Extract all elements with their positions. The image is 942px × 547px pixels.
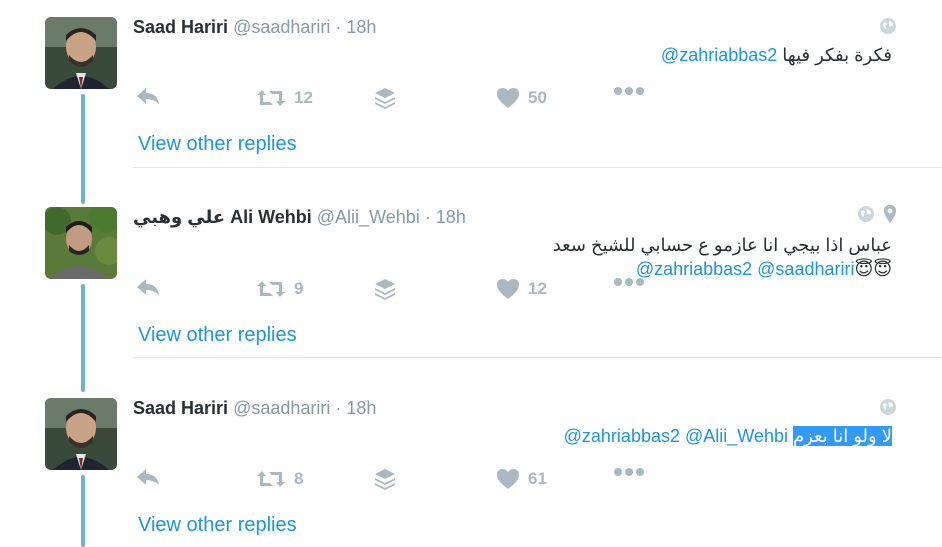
retweet-count: 8 <box>294 469 304 488</box>
like-button[interactable]: 12 <box>496 277 547 301</box>
reply-button[interactable] <box>135 86 161 106</box>
tweet[interactable]: Saad Hariri @saadhariri · 18h @zahriabba… <box>0 381 942 547</box>
stack-button[interactable] <box>373 86 397 110</box>
view-other-replies-link[interactable]: View other replies <box>138 323 297 347</box>
separator-dot: · <box>335 17 342 37</box>
author-handle[interactable]: @saadhariri <box>233 17 330 37</box>
tweet-actions: 8 61 <box>133 467 673 491</box>
more-icon <box>614 278 644 286</box>
like-count: 50 <box>528 88 547 107</box>
layers-icon <box>375 469 395 490</box>
separator-dot: · <box>335 398 342 418</box>
stack-button[interactable] <box>373 467 397 491</box>
tweet-body: فكرة بفكر فيها <box>782 45 892 65</box>
heart-icon <box>497 88 519 108</box>
more-button[interactable] <box>613 86 645 96</box>
tweet-body: عباس اذا بيجي انا عازمو ع حسابي للشيخ سع… <box>552 235 892 255</box>
timestamp[interactable]: 18h <box>436 207 466 227</box>
tweet-text: عباس اذا بيجي انا عازمو ع حسابي للشيخ سع… <box>553 233 892 281</box>
tweet-header: Saad Hariri @saadhariri · 18h <box>133 397 376 419</box>
like-count: 61 <box>528 469 547 488</box>
geo-indicators <box>857 204 897 224</box>
retweet-button[interactable]: 8 <box>256 467 303 491</box>
tweet-header: علي وهبي Ali Wehbi @Alii_Wehbi · 18h <box>133 206 466 228</box>
retweet-button[interactable]: 12 <box>256 86 313 110</box>
author-handle[interactable]: @Alii_Wehbi <box>317 207 420 227</box>
retweet-count: 12 <box>294 88 313 107</box>
geo-indicators <box>879 17 897 35</box>
divider <box>133 357 942 358</box>
like-button[interactable]: 61 <box>496 467 547 491</box>
tweet[interactable]: Saad Hariri @saadhariri · 18h @zahriabba… <box>0 0 942 168</box>
view-other-replies-link[interactable]: View other replies <box>138 513 297 537</box>
view-other-replies-link[interactable]: View other replies <box>138 132 297 156</box>
avatar[interactable] <box>45 398 117 470</box>
like-count: 12 <box>528 279 547 298</box>
more-button[interactable] <box>613 467 645 477</box>
layers-icon <box>375 279 395 300</box>
reply-icon <box>137 279 159 295</box>
heart-icon <box>497 469 519 489</box>
avatar[interactable] <box>45 17 117 89</box>
timestamp[interactable]: 18h <box>346 17 376 37</box>
layers-icon <box>375 88 395 109</box>
author-name[interactable]: Saad Hariri <box>133 17 228 37</box>
author-handle[interactable]: @saadhariri <box>233 398 330 418</box>
mention-link[interactable]: @zahriabbas2 <box>661 45 777 65</box>
mention-link[interactable]: @zahriabbas2 @Alii_Wehbi <box>564 426 788 446</box>
like-button[interactable]: 50 <box>496 86 547 110</box>
retweet-count: 9 <box>294 279 304 298</box>
more-icon <box>614 468 644 476</box>
timestamp[interactable]: 18h <box>346 398 376 418</box>
retweet-button[interactable]: 9 <box>256 277 303 301</box>
globe-icon <box>880 399 896 415</box>
retweet-icon <box>257 281 285 297</box>
location-pin-icon[interactable] <box>883 204 897 224</box>
globe-icon <box>880 18 896 34</box>
more-icon <box>614 87 644 95</box>
separator-dot: · <box>424 207 431 227</box>
emoji-innocent: 😇😇 <box>854 259 892 279</box>
stack-button[interactable] <box>373 277 397 301</box>
tweet-header: Saad Hariri @saadhariri · 18h <box>133 16 376 38</box>
divider <box>133 167 942 168</box>
reply-button[interactable] <box>135 467 161 487</box>
tweet-text: @zahriabbas2 @Alii_Wehbi لا ولو انا بعزم <box>564 424 892 448</box>
reply-icon <box>137 88 159 104</box>
reply-button[interactable] <box>135 277 161 297</box>
geo-indicators <box>879 398 897 416</box>
tweet[interactable]: علي وهبي Ali Wehbi @Alii_Wehbi · 18h عبا… <box>0 190 942 358</box>
reply-icon <box>137 469 159 485</box>
avatar[interactable] <box>45 207 117 279</box>
retweet-icon <box>257 90 285 106</box>
heart-icon <box>497 279 519 299</box>
tweet-actions: 9 12 <box>133 277 673 301</box>
retweet-icon <box>257 471 285 487</box>
tweet-actions: 12 50 <box>133 86 673 110</box>
globe-icon <box>858 206 874 222</box>
selected-text: لا ولو انا بعزم <box>792 426 892 446</box>
more-button[interactable] <box>613 277 645 287</box>
author-name[interactable]: Saad Hariri <box>133 398 228 418</box>
author-name[interactable]: علي وهبي Ali Wehbi <box>133 207 312 227</box>
tweet-text: @zahriabbas2 فكرة بفكر فيها <box>661 43 892 67</box>
mention-link[interactable]: @zahriabbas2 @saadhariri <box>636 259 855 279</box>
